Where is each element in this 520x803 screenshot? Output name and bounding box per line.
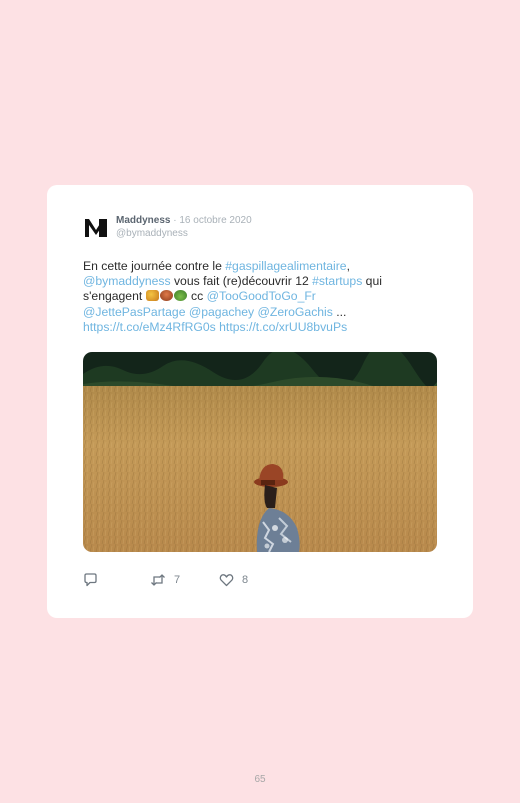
maddyness-logo <box>85 219 107 237</box>
mention-link[interactable]: @bymaddyness <box>83 274 171 288</box>
burger-emoji <box>159 290 173 302</box>
mention-link[interactable]: @pagachey <box>189 305 254 319</box>
mention-link[interactable]: @TooGoodToGo_Fr <box>207 289 316 303</box>
salad-emoji <box>173 290 187 302</box>
author-name[interactable]: Maddyness <box>116 215 170 226</box>
tweet-actions: 7 8 <box>83 573 383 589</box>
text-segment: cc <box>187 289 207 304</box>
tweet-date[interactable]: 16 octobre 2020 <box>179 215 251 226</box>
text-segment: , <box>346 259 350 273</box>
retweet-count: 7 <box>174 574 181 586</box>
tweet-card: Maddyness · 16 octobre 2020 @bymaddyness… <box>47 185 473 618</box>
author-handle[interactable]: @bymaddyness <box>116 228 188 240</box>
text-segment: ... <box>332 304 347 319</box>
author-row: Maddyness · 16 octobre 2020 <box>116 215 252 227</box>
tweet-image[interactable] <box>83 352 437 552</box>
like-count: 8 <box>242 574 249 586</box>
wheat-field-photo <box>83 352 437 552</box>
separator: · <box>173 215 177 226</box>
text-segment: En cette journée contre le <box>83 259 226 273</box>
retweet-button[interactable]: 7 <box>150 573 180 587</box>
page-number: 65 <box>254 774 266 785</box>
url-link[interactable]: https://t.co/eMz4RfRG0s <box>83 320 216 334</box>
like-button[interactable]: 8 <box>219 573 248 587</box>
reply-button[interactable] <box>83 573 106 587</box>
heart-icon <box>219 574 234 587</box>
mention-link[interactable]: @ZeroGachis <box>258 305 333 319</box>
produce-emoji <box>145 290 159 302</box>
tweet-header: Maddyness · 16 octobre 2020 @bymaddyness <box>84 215 424 245</box>
retweet-icon <box>151 574 165 586</box>
tweet-text: En cette journée contre le #gaspillageal… <box>83 259 433 335</box>
hashtag-link[interactable]: #gaspillagealimentaire <box>225 259 346 273</box>
text-segment: vous fait (re)découvrir 12 <box>170 274 313 289</box>
mention-link[interactable]: @JettePasPartage <box>83 305 185 319</box>
url-link[interactable]: https://t.co/xrUU8bvuPs <box>219 320 347 334</box>
reply-icon <box>84 573 97 587</box>
hashtag-link[interactable]: #startups <box>312 274 362 288</box>
